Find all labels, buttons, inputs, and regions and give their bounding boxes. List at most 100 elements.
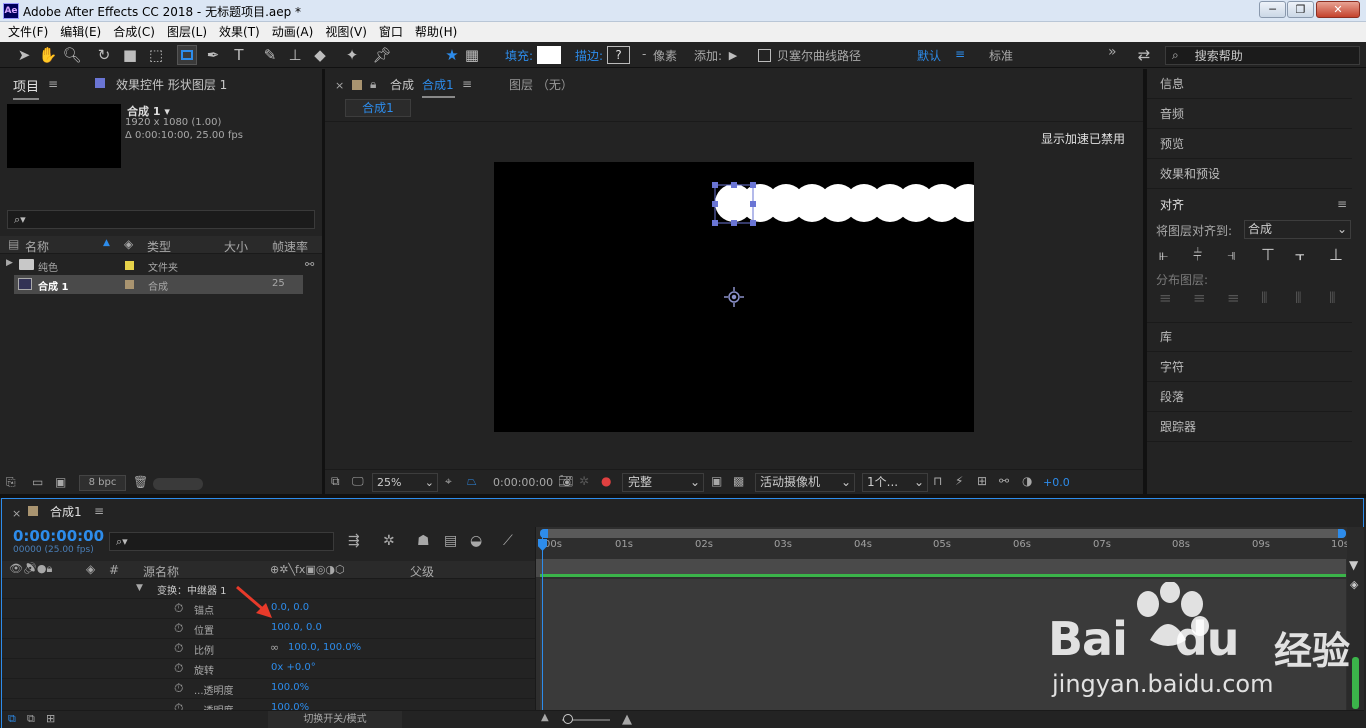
property-row[interactable]: ⏱︎ ...透明度 100.0% bbox=[2, 679, 535, 699]
column-framerate[interactable]: 帧速率 bbox=[272, 238, 308, 255]
panel-tracker[interactable]: 跟踪器 bbox=[1147, 412, 1352, 442]
safe-margins-icon[interactable]: ⌖ bbox=[445, 474, 452, 489]
hand-tool-icon[interactable]: ✋ bbox=[38, 45, 58, 65]
close-tab-icon[interactable]: × bbox=[335, 79, 344, 92]
mask-visibility-icon[interactable]: ⏢ bbox=[467, 474, 477, 489]
stopwatch-icon[interactable]: ⏱︎ bbox=[174, 601, 183, 616]
column-type[interactable]: 类型 bbox=[147, 238, 171, 255]
workspace-default[interactable]: 默认 bbox=[917, 47, 941, 64]
property-row[interactable]: ⏱︎ ...透明度 100.0% bbox=[2, 699, 535, 710]
stopwatch-icon[interactable]: ⏱︎ bbox=[174, 661, 183, 676]
stroke-color-swatch[interactable]: ? bbox=[607, 46, 630, 64]
property-value[interactable]: 100.0, 0.0 bbox=[271, 622, 322, 633]
stopwatch-icon[interactable]: ⏱︎ bbox=[174, 621, 183, 636]
zoom-tool-icon[interactable]: 🔍︎ bbox=[62, 45, 82, 65]
property-row[interactable]: ⏱︎ 比例 ∞ 100.0, 100.0% bbox=[2, 639, 535, 659]
menu-animation[interactable]: 动画(A) bbox=[266, 22, 320, 42]
constrain-link-icon[interactable]: ∞ bbox=[270, 641, 279, 654]
new-folder-icon[interactable]: ▭ bbox=[32, 475, 43, 489]
graph-editor-icon[interactable]: ⟋ bbox=[503, 533, 513, 549]
flowchart-icon[interactable]: ⚯ bbox=[999, 474, 1009, 488]
menu-help[interactable]: 帮助(H) bbox=[409, 22, 463, 42]
fast-previews-icon[interactable]: ⚡︎ bbox=[955, 474, 963, 488]
fill-color-swatch[interactable] bbox=[537, 46, 561, 64]
stroke-width-value[interactable]: - bbox=[642, 47, 646, 61]
frame-blending-icon[interactable]: ▤ bbox=[444, 533, 457, 549]
row-label-color[interactable] bbox=[125, 261, 134, 270]
pen-tool-icon[interactable]: ✒ bbox=[203, 45, 223, 65]
toggle-switches-modes-button[interactable]: 切换开关/模式 bbox=[268, 711, 402, 728]
menu-file[interactable]: 文件(F) bbox=[2, 22, 54, 42]
eraser-tool-icon[interactable]: ◆ bbox=[310, 45, 330, 65]
brush-tool-icon[interactable]: ✎ bbox=[260, 45, 280, 65]
tab-composition[interactable]: 合成 bbox=[390, 76, 414, 93]
comp-tab-menu-icon[interactable]: ≡ bbox=[462, 77, 472, 91]
draft-3d-icon[interactable]: ✲ bbox=[383, 533, 395, 549]
timeline-menu-icon[interactable]: ≡ bbox=[94, 504, 104, 518]
sync-settings-icon[interactable]: ⇄ bbox=[1134, 45, 1154, 65]
panel-libraries[interactable]: 库 bbox=[1147, 322, 1352, 352]
camera-dropdown[interactable]: 活动摄像机 ⌄ bbox=[755, 473, 855, 492]
menu-window[interactable]: 窗口 bbox=[373, 22, 409, 42]
tab-project[interactable]: 项目 bbox=[13, 76, 40, 100]
views-dropdown[interactable]: 1个... ⌄ bbox=[862, 473, 928, 492]
panel-effects-presets[interactable]: 效果和预设 bbox=[1147, 159, 1352, 189]
viewer-timecode[interactable]: 0:00:00:00 bbox=[493, 476, 553, 489]
current-time-indicator[interactable] bbox=[542, 537, 543, 710]
comp-breadcrumb[interactable]: 合成1 bbox=[345, 99, 411, 117]
comp-viewer-canvas[interactable] bbox=[494, 162, 974, 432]
panel-paragraph[interactable]: 段落 bbox=[1147, 382, 1352, 412]
zoom-slider-knob[interactable] bbox=[563, 714, 573, 724]
reset-exposure-icon[interactable]: ◑ bbox=[1022, 474, 1032, 488]
snapshot-icon[interactable]: 📷︎ bbox=[558, 474, 573, 488]
snapping-icon[interactable]: ★ bbox=[442, 45, 462, 65]
align-vcenter-icon[interactable]: ⫟ bbox=[1295, 245, 1305, 265]
always-preview-icon[interactable]: ⧉ bbox=[331, 474, 340, 489]
stopwatch-icon[interactable]: ⏱︎ bbox=[174, 681, 183, 696]
panel-info[interactable]: 信息 bbox=[1147, 69, 1352, 99]
column-size[interactable]: 大小 bbox=[224, 238, 248, 255]
align-top-icon[interactable]: ⊤ bbox=[1261, 245, 1275, 264]
align-menu-icon[interactable]: ≡ bbox=[1337, 197, 1347, 211]
menu-layer[interactable]: 图层(L) bbox=[161, 22, 213, 42]
type-tool-icon[interactable]: T bbox=[229, 45, 249, 65]
property-value[interactable]: 100.0% bbox=[271, 682, 309, 693]
align-left-icon[interactable]: ⫦ bbox=[1159, 245, 1168, 265]
comp-marker-bin-icon[interactable]: ▼ bbox=[1349, 558, 1358, 572]
panel-character[interactable]: 字符 bbox=[1147, 352, 1352, 382]
motion-blur-icon[interactable]: ◒ bbox=[470, 533, 482, 549]
add-menu-icon[interactable]: ▶ bbox=[723, 45, 743, 65]
roto-brush-tool-icon[interactable]: ✦ bbox=[342, 45, 362, 65]
clone-stamp-tool-icon[interactable]: ⊥ bbox=[285, 45, 305, 65]
zoom-out-icon[interactable]: ▲ bbox=[541, 712, 549, 723]
exposure-value[interactable]: +0.0 bbox=[1043, 476, 1070, 489]
hierarchy-icon[interactable]: ⚯ bbox=[305, 258, 314, 271]
transfer-controls-icon[interactable]: ⧉ bbox=[27, 712, 35, 726]
thumbnail-zoom-slider[interactable] bbox=[153, 478, 203, 490]
tab-layer[interactable]: 图层 （无） bbox=[509, 76, 573, 93]
column-name[interactable]: 名称 bbox=[25, 238, 49, 255]
interpret-footage-icon[interactable]: ⎘ bbox=[6, 475, 16, 490]
tab-composition-name[interactable]: 合成1 bbox=[422, 76, 455, 98]
property-row[interactable]: ⏱︎ 旋转 0x +0.0° bbox=[2, 659, 535, 679]
stopwatch-icon[interactable]: ⏱︎ bbox=[174, 641, 183, 656]
align-hcenter-icon[interactable]: ⫩ bbox=[1193, 245, 1202, 265]
project-tab-menu-icon[interactable]: ≡ bbox=[48, 77, 58, 91]
snapping-options-icon[interactable]: ▦ bbox=[462, 45, 482, 65]
transparency-grid-icon[interactable]: ▩ bbox=[733, 474, 744, 488]
timeline-timecode[interactable]: 0:00:00:00 bbox=[13, 527, 104, 545]
align-to-dropdown[interactable]: 合成 ⌄ bbox=[1244, 220, 1351, 239]
distribute-top-icon[interactable]: ≡ bbox=[1159, 289, 1172, 307]
distribute-left-icon[interactable]: ⦀ bbox=[1261, 289, 1268, 307]
expand-arrow-icon[interactable]: ▶ bbox=[6, 258, 13, 268]
distribute-hcenter-icon[interactable]: ⦀ bbox=[1295, 289, 1302, 307]
trash-icon[interactable]: 🗑︎ bbox=[133, 475, 148, 489]
show-snapshot-icon[interactable]: ✲ bbox=[579, 474, 589, 488]
help-search-box[interactable]: ⌕ 搜索帮助 bbox=[1165, 46, 1360, 65]
project-row[interactable]: ▶ 纯色 文件夹 ⚯ bbox=[0, 256, 314, 275]
work-area-end-handle[interactable] bbox=[1338, 529, 1346, 538]
new-comp-icon[interactable]: ▣ bbox=[55, 475, 66, 489]
property-value[interactable]: 100.0, 100.0% bbox=[288, 642, 361, 653]
workspace-menu-icon[interactable]: ≡ bbox=[955, 47, 965, 61]
hide-shy-layers-icon[interactable]: ☗ bbox=[417, 533, 430, 549]
